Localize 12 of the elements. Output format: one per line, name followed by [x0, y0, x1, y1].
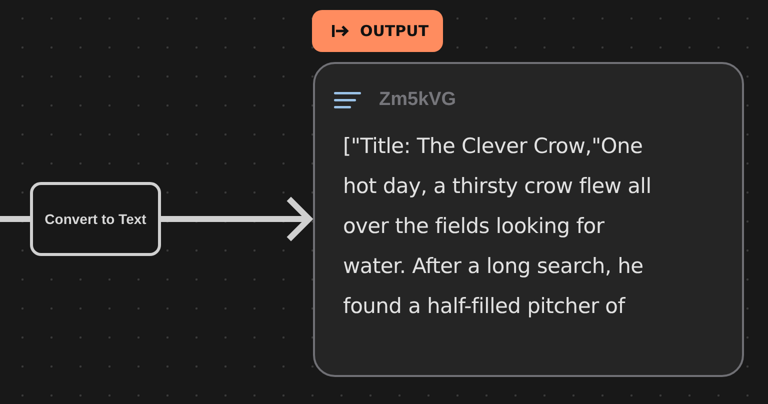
- text-lines-icon: [334, 92, 361, 108]
- arrow-to-bar-icon: [332, 24, 350, 38]
- output-text-line: ["Title: The Clever Crow,"One: [343, 133, 644, 160]
- node-title: Zm5kVG: [379, 89, 456, 111]
- process-node[interactable]: Convert to Text: [30, 182, 161, 256]
- output-text-line: hot day, a thirsty crow flew all: [343, 173, 652, 200]
- output-text-line: found a half-filled pitcher of: [343, 293, 626, 320]
- output-text-line: over the fields looking for: [343, 213, 606, 240]
- badge-label: OUTPUT: [360, 22, 429, 40]
- output-text-line: water. After a long search, he: [343, 253, 644, 280]
- node-label: Convert to Text: [44, 210, 148, 229]
- output-node[interactable]: Zm5kVG ["Title: The Clever Crow,"One hot day, a thirsty crow flew all over the fields looking for water. After a long search, he found a half-filled pitcher of: [313, 62, 744, 377]
